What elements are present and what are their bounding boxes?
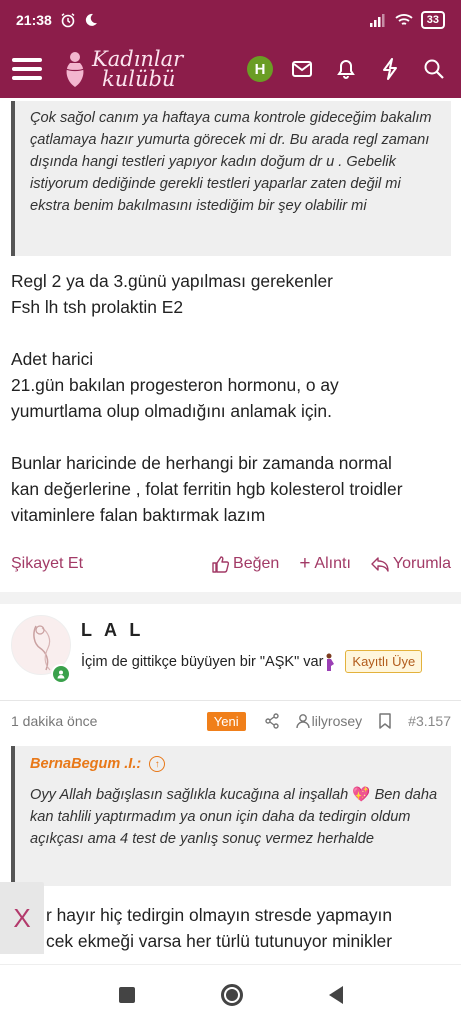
- reply-label: Yorumla: [392, 555, 451, 572]
- thumbs-up-icon: [212, 555, 230, 573]
- report-button[interactable]: Şikayet Et: [11, 555, 83, 573]
- logo-text-line1: Kadınlar: [92, 47, 184, 71]
- author-name: lilyrosey: [311, 713, 363, 729]
- quoted-message: BernaBegum .I.: ↑ Oyy Allah bağışlasın s…: [11, 746, 451, 886]
- post-line: Regl 2 ya da 3.günü yapılması gerekenler: [11, 271, 333, 291]
- quote-text: Oyy Allah bağışlasın sağlıkla kucağına a…: [30, 784, 439, 850]
- new-badge: Yeni: [206, 711, 246, 731]
- quote-text-part1: Oyy Allah bağışlasın sağlıkla kucağına a…: [30, 787, 349, 803]
- app-header: Kadınlar kulübü H: [0, 40, 461, 98]
- like-label: Beğen: [233, 555, 280, 572]
- post-line: Bunlar haricinde de herhangi bir zamanda…: [11, 453, 392, 473]
- quote-label: Alıntı: [314, 555, 351, 572]
- lightning-icon[interactable]: [375, 54, 405, 84]
- mail-icon[interactable]: [287, 54, 317, 84]
- post-actions: Şikayet Et Beğen + Alıntı Yorumla: [11, 552, 451, 576]
- username[interactable]: L A L: [81, 620, 144, 641]
- post-line: kan değerlerine , folat ferritin hgb kol…: [11, 479, 403, 499]
- moon-icon: [85, 13, 97, 26]
- bell-icon[interactable]: [331, 54, 361, 84]
- user-title: İçim de gittikçe büyüyen bir "AŞK" var: [81, 653, 324, 670]
- bookmark-icon[interactable]: [378, 713, 392, 729]
- post-line: Fsh lh tsh prolaktin E2: [11, 297, 184, 317]
- logo-text-line2: kulübü: [102, 67, 176, 91]
- menu-icon[interactable]: [12, 58, 42, 80]
- post-body: r hayır hiç tedirgin olmayın stresde yap…: [46, 902, 456, 956]
- system-nav-bar: [0, 964, 461, 1024]
- post-line: 21.gün bakılan progesteron hormonu, o ay: [11, 375, 339, 395]
- site-logo[interactable]: Kadınlar kulübü: [60, 47, 184, 91]
- recents-icon[interactable]: [118, 986, 135, 1003]
- reply-icon: [371, 557, 389, 572]
- close-ad-button[interactable]: X: [0, 882, 44, 954]
- divider: [0, 700, 461, 701]
- post-body: Regl 2 ya da 3.günü yapılması gerekenler…: [11, 268, 451, 528]
- back-icon[interactable]: [328, 985, 343, 1004]
- quote-button[interactable]: + Alıntı: [299, 553, 351, 575]
- wifi-icon: [395, 14, 413, 25]
- post-number[interactable]: #3.157: [408, 713, 451, 729]
- post-meta: 1 dakika önce Yeni lilyrosey #3.157: [11, 708, 451, 734]
- like-button[interactable]: Beğen: [212, 555, 279, 573]
- user-icon: [295, 714, 310, 729]
- plus-icon: +: [299, 553, 311, 574]
- author-link[interactable]: lilyrosey: [295, 713, 363, 729]
- user-avatar-button[interactable]: H: [247, 56, 273, 82]
- pregnant-emoji-icon: [326, 653, 335, 671]
- user-title-row: İçim de gittikçe büyüyen bir "AŞK" var K…: [81, 650, 423, 673]
- reply-button[interactable]: Yorumla: [371, 555, 451, 573]
- alarm-icon: [61, 13, 75, 28]
- quote-author-row[interactable]: BernaBegum .I.: ↑: [30, 752, 439, 776]
- home-icon[interactable]: [220, 983, 243, 1006]
- arrow-up-icon[interactable]: ↑: [149, 756, 166, 772]
- post-line: vitaminlere falan baktırmak lazım: [11, 505, 266, 525]
- search-icon[interactable]: [419, 54, 449, 84]
- post-line: cek ekmeği varsa her türlü tutunuyor min…: [46, 931, 393, 951]
- member-badge: Kayıtlı Üye: [345, 650, 423, 673]
- quote-author: BernaBegum .I.:: [30, 756, 142, 772]
- quote-text: Çok sağol canım ya haftaya cuma kontrole…: [30, 110, 432, 214]
- online-status-icon: [51, 664, 71, 684]
- share-icon[interactable]: [264, 713, 280, 729]
- logo-mark-icon: [65, 52, 85, 87]
- post-time: 1 dakika önce: [11, 713, 98, 729]
- battery-indicator: 33: [420, 11, 445, 29]
- post-line: yumurtlama olup olmadığını anlamak için.: [11, 401, 332, 421]
- sparkling-heart-icon: 💖: [352, 787, 371, 803]
- post-separator: [0, 592, 461, 604]
- quoted-message: Çok sağol canım ya haftaya cuma kontrole…: [11, 101, 451, 256]
- status-bar: 21:38 33: [0, 0, 461, 40]
- signal-icon: [369, 14, 385, 27]
- post-line: Adet harici: [11, 349, 94, 369]
- status-time: 21:38: [16, 12, 52, 28]
- post-line: r hayır hiç tedirgin olmayın stresde yap…: [46, 905, 393, 925]
